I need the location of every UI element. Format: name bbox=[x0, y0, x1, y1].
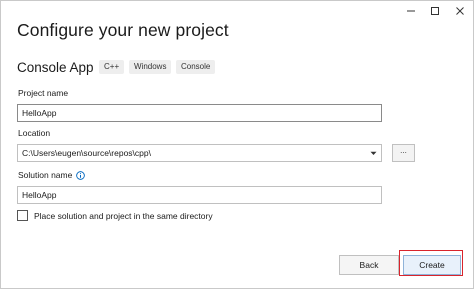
back-button[interactable]: Back bbox=[339, 255, 399, 275]
page-title: Configure your new project bbox=[17, 20, 229, 40]
project-name-input[interactable]: HelloApp bbox=[17, 104, 382, 122]
dialog-window: Configure your new project Console App C… bbox=[0, 0, 474, 289]
solution-name-label-row: Solution name bbox=[18, 170, 86, 180]
location-value: C:\Users\eugen\source\repos\cpp\ bbox=[22, 148, 151, 158]
maximize-button[interactable] bbox=[424, 4, 446, 18]
project-name-label: Project name bbox=[18, 88, 69, 98]
solution-name-label: Solution name bbox=[18, 170, 73, 180]
tag-project-type: Console bbox=[176, 60, 216, 74]
template-name: Console App bbox=[17, 60, 94, 75]
location-combobox[interactable]: C:\Users\eugen\source\repos\cpp\ bbox=[17, 144, 382, 162]
solution-name-input[interactable]: HelloApp bbox=[17, 186, 382, 204]
same-directory-checkbox[interactable] bbox=[17, 210, 28, 221]
close-icon bbox=[456, 7, 464, 15]
minimize-button[interactable] bbox=[400, 4, 422, 18]
maximize-icon bbox=[431, 7, 439, 15]
tag-language: C++ bbox=[99, 60, 125, 74]
dropdown-arrow-icon[interactable] bbox=[370, 145, 377, 161]
browse-button[interactable]: ... bbox=[392, 144, 415, 162]
minimize-icon bbox=[407, 10, 415, 12]
create-button[interactable]: Create bbox=[403, 255, 461, 275]
location-label: Location bbox=[18, 128, 51, 138]
same-directory-label: Place solution and project in the same d… bbox=[34, 210, 213, 221]
close-button[interactable] bbox=[449, 4, 471, 18]
tag-platform: Windows bbox=[129, 60, 172, 74]
info-icon[interactable] bbox=[76, 170, 86, 180]
same-directory-option[interactable]: Place solution and project in the same d… bbox=[17, 210, 213, 221]
